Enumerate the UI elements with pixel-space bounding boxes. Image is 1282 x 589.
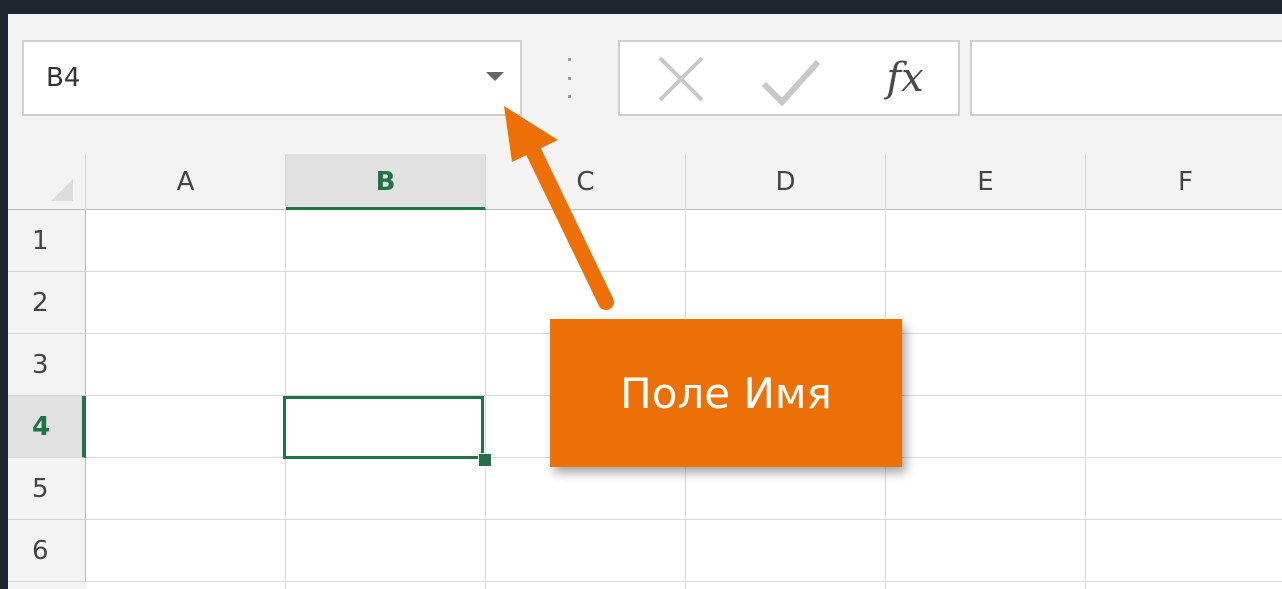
excel-window: B4 fx A B C D E F 1 2 3 4 5 6 Поле Имя — [8, 14, 1282, 589]
callout-label: Поле Имя — [550, 319, 902, 467]
callout-arrow-icon — [504, 106, 614, 310]
